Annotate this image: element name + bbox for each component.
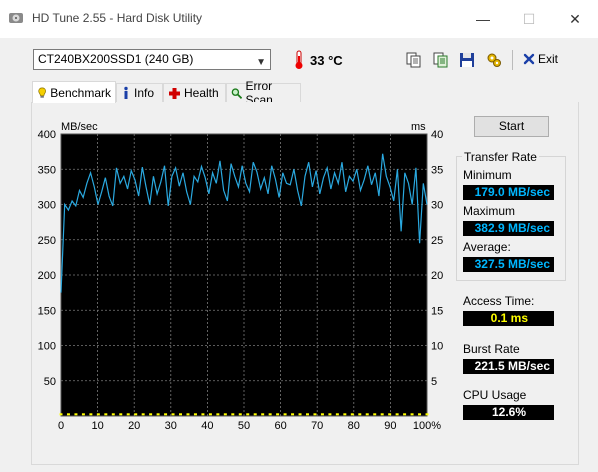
access-time-label: Access Time:	[463, 294, 535, 308]
cpu-usage-value: 12.6%	[463, 405, 554, 420]
access-time-point	[358, 413, 362, 416]
cpu-usage-label: CPU Usage	[463, 388, 527, 402]
y-tick-label-right: 10	[431, 341, 443, 353]
access-time-value: 0.1 ms	[463, 311, 554, 326]
x-tick-label: 50	[238, 420, 250, 432]
access-time-point	[59, 413, 63, 416]
access-time-point	[418, 413, 422, 416]
minimum-label: Minimum	[463, 168, 512, 182]
y-tick-label-right: 5	[431, 376, 437, 388]
start-button[interactable]: Start	[474, 116, 549, 137]
access-time-point	[380, 413, 384, 416]
y-tick-label-right: 15	[431, 305, 443, 317]
access-time-point	[81, 413, 85, 416]
access-time-point	[186, 413, 190, 416]
minimum-value: 179.0 MB/sec	[463, 185, 554, 200]
access-time-point	[298, 413, 302, 416]
y-tick-label-right: 20	[431, 270, 443, 282]
access-time-point	[201, 413, 205, 416]
access-time-point	[141, 413, 145, 416]
access-time-point	[223, 413, 227, 416]
x-tick-label: 90	[384, 420, 396, 432]
x-tick-label: 60	[274, 420, 286, 432]
y-tick-label-left: 350	[38, 164, 56, 176]
access-time-point	[216, 413, 220, 416]
y-tick-label-right: 40	[431, 129, 443, 141]
access-time-point	[276, 413, 280, 416]
tab-benchmark[interactable]: Benchmark	[32, 81, 116, 103]
maximum-label: Maximum	[463, 204, 516, 218]
burst-rate-value: 221.5 MB/sec	[463, 359, 554, 374]
burst-rate-label: Burst Rate	[463, 342, 520, 356]
access-time-point	[96, 413, 100, 416]
y-tick-label-left: 150	[38, 305, 56, 317]
access-time-point	[179, 413, 183, 416]
access-time-point	[208, 413, 212, 416]
access-time-point	[328, 413, 332, 416]
access-time-point	[283, 413, 287, 416]
access-time-point	[403, 413, 407, 416]
access-time-point	[89, 413, 93, 416]
y-tick-label-right: 30	[431, 200, 443, 212]
access-time-point	[410, 413, 414, 416]
y-tick-label-left: 400	[38, 129, 56, 141]
tab-label: Benchmark	[50, 85, 111, 100]
average-value: 327.5 MB/sec	[463, 257, 554, 272]
access-time-point	[74, 413, 78, 416]
x-tick-label: 70	[311, 420, 323, 432]
access-time-point	[246, 413, 250, 416]
access-time-point	[291, 413, 295, 416]
y-tick-label-left: 50	[44, 376, 56, 388]
access-time-point	[104, 413, 108, 416]
access-time-point	[134, 413, 138, 416]
y-tick-label-left: 300	[38, 200, 56, 212]
access-time-point	[305, 413, 309, 416]
access-time-point	[373, 413, 377, 416]
access-time-point	[320, 413, 324, 416]
x-tick-label: 100%	[413, 420, 441, 432]
access-time-point	[111, 413, 115, 416]
access-time-point	[395, 413, 399, 416]
access-time-point	[350, 413, 354, 416]
access-time-point	[388, 413, 392, 416]
x-tick-label: 0	[58, 420, 64, 432]
x-tick-label: 10	[91, 420, 103, 432]
x-tick-label: 30	[165, 420, 177, 432]
access-time-point	[313, 413, 317, 416]
x-tick-label: 20	[128, 420, 140, 432]
access-time-point	[171, 413, 175, 416]
access-time-point	[164, 413, 168, 416]
y-tick-label-left: 100	[38, 341, 56, 353]
access-time-point	[261, 413, 265, 416]
access-time-point	[156, 413, 160, 416]
y-tick-label-left: 250	[38, 235, 56, 247]
access-time-point	[238, 413, 242, 416]
access-time-point	[253, 413, 257, 416]
access-time-point	[119, 413, 123, 416]
benchmark-icon	[38, 87, 46, 98]
access-time-point	[149, 413, 153, 416]
x-tick-label: 80	[348, 420, 360, 432]
access-time-point	[126, 413, 130, 416]
access-time-point	[268, 413, 272, 416]
access-time-point	[343, 413, 347, 416]
y-tick-label-left: 200	[38, 270, 56, 282]
average-label: Average:	[463, 240, 511, 254]
y-tick-label-right: 25	[431, 235, 443, 247]
access-time-point	[335, 413, 339, 416]
transfer-rate-title: Transfer Rate	[462, 150, 539, 164]
access-time-point	[365, 413, 369, 416]
access-time-point	[66, 413, 70, 416]
access-time-point	[193, 413, 197, 416]
maximum-value: 382.9 MB/sec	[463, 221, 554, 236]
access-time-point	[231, 413, 235, 416]
y-tick-label-right: 35	[431, 164, 443, 176]
x-tick-label: 40	[201, 420, 213, 432]
access-time-point	[425, 413, 429, 416]
